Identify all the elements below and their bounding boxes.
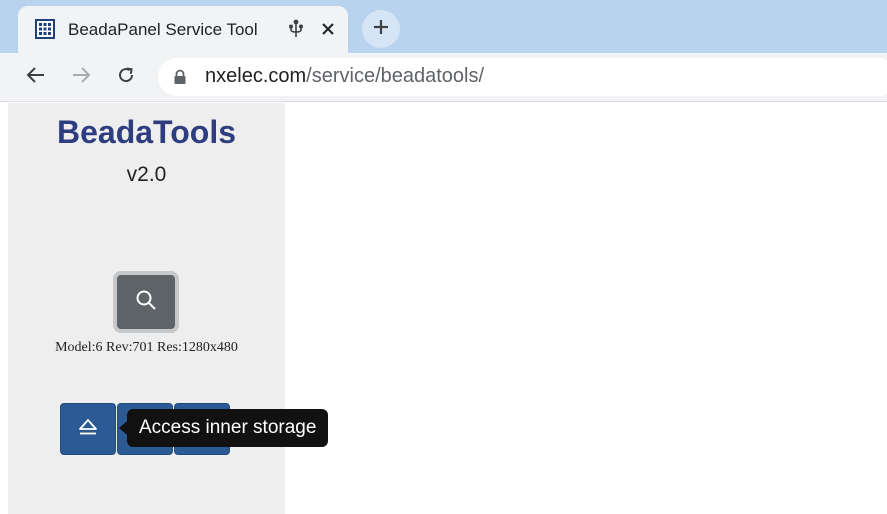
app-version: v2.0 xyxy=(126,163,167,186)
url-path: /service/beadatools/ xyxy=(306,65,485,87)
url-text: nxelec.com/service/beadatools/ xyxy=(205,65,484,88)
tooltip-arrow xyxy=(119,421,127,435)
new-tab-button[interactable] xyxy=(362,10,400,48)
tooltip-text: Access inner storage xyxy=(139,417,317,438)
lock-icon[interactable] xyxy=(173,69,187,85)
url-host: nxelec.com xyxy=(205,65,307,87)
app-title: BeadaTools xyxy=(57,114,236,150)
eject-icon xyxy=(78,418,98,441)
tab-strip: BeadaPanel Service Tool xyxy=(0,0,887,53)
tab-title: BeadaPanel Service Tool xyxy=(68,20,258,39)
back-arrow-icon xyxy=(26,66,46,89)
browser-toolbar: nxelec.com/service/beadatools/ xyxy=(0,53,887,102)
tooltip: Access inner storage xyxy=(119,409,329,447)
forward-button[interactable] xyxy=(67,63,95,91)
sidebar: BeadaTools v2.0 Model:6 Rev:701 Res:1280… xyxy=(8,103,285,514)
device-info: Model:6 Rev:701 Res:1280x480 xyxy=(55,340,238,355)
search-icon xyxy=(135,289,157,316)
back-button[interactable] xyxy=(22,63,50,91)
reload-button[interactable] xyxy=(112,63,140,91)
usb-icon xyxy=(288,19,304,39)
address-bar[interactable]: nxelec.com/service/beadatools/ xyxy=(158,58,887,96)
access-inner-storage-button[interactable] xyxy=(60,403,116,455)
reload-icon xyxy=(116,65,136,90)
plus-icon xyxy=(372,18,390,41)
grid-icon xyxy=(35,19,55,39)
forward-arrow-icon xyxy=(71,66,91,89)
close-icon[interactable] xyxy=(316,17,340,41)
search-device-button[interactable] xyxy=(113,271,179,333)
browser-tab[interactable]: BeadaPanel Service Tool xyxy=(18,6,348,53)
